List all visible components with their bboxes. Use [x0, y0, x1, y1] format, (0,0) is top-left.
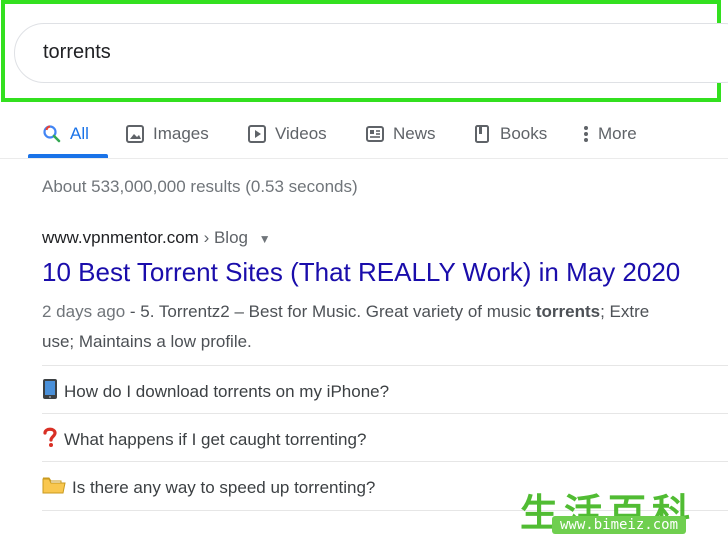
- tab-books[interactable]: Books: [472, 110, 547, 158]
- result-breadcrumb[interactable]: www.vpnmentor.com › Blog ▼: [42, 228, 271, 248]
- tab-videos[interactable]: Videos: [247, 110, 327, 158]
- tab-all-label: All: [70, 124, 89, 143]
- tab-news[interactable]: News: [365, 110, 436, 158]
- related-question[interactable]: Is there any way to speed up torrenting?: [42, 475, 375, 500]
- watermark-url: www.bimeiz.com: [552, 516, 687, 534]
- tab-images[interactable]: Images: [125, 110, 209, 158]
- search-icon: [42, 124, 62, 144]
- watermark-logo: 生活百科 www.bimeiz.com: [520, 482, 720, 540]
- more-vert-icon: [582, 124, 590, 144]
- result-title-link[interactable]: 10 Best Torrent Sites (That REALLY Work)…: [42, 257, 680, 288]
- play-icon: [247, 124, 267, 144]
- image-icon: [125, 124, 145, 144]
- related-question[interactable]: What happens if I get caught torrenting?: [42, 426, 366, 453]
- snippet-bold: torrents: [535, 302, 601, 321]
- result-snippet: 2 days ago - 5. Torrentz2 – Best for Mus…: [42, 297, 728, 357]
- tab-images-label: Images: [153, 124, 209, 143]
- search-input[interactable]: torrents: [43, 41, 111, 64]
- divider: [42, 365, 728, 366]
- related-question[interactable]: How do I download torrents on my iPhone?: [42, 378, 389, 405]
- divider: [42, 461, 728, 462]
- search-tabs: All Images Videos News Books More: [0, 110, 728, 158]
- snippet-text-1: - 5. Torrentz2 – Best for Music. Great v…: [125, 302, 536, 321]
- tab-all[interactable]: All: [42, 110, 89, 158]
- tab-more-label: More: [598, 124, 637, 143]
- question-icon: [42, 426, 58, 453]
- phone-icon: [42, 378, 58, 405]
- result-site: www.vpnmentor.com: [42, 228, 199, 247]
- tab-books-label: Books: [500, 124, 548, 143]
- folder-icon: [42, 475, 66, 500]
- related-question-text: How do I download torrents on my iPhone?: [64, 381, 390, 401]
- snippet-text-2: ; Extre: [600, 302, 650, 321]
- result-crumb: › Blog: [203, 228, 248, 247]
- news-icon: [365, 124, 385, 144]
- caret-down-icon[interactable]: ▼: [259, 232, 271, 246]
- snippet-line-2: use; Maintains a low profile.: [42, 332, 252, 351]
- tab-videos-label: Videos: [275, 124, 327, 143]
- tabs-divider: [0, 158, 728, 159]
- search-box[interactable]: [14, 23, 728, 83]
- tab-news-label: News: [393, 124, 436, 143]
- result-stats: About 533,000,000 results (0.53 seconds): [42, 177, 358, 196]
- tab-more[interactable]: More: [582, 110, 637, 158]
- related-question-text: What happens if I get caught torrenting?: [64, 429, 367, 449]
- book-icon: [472, 124, 492, 144]
- divider: [42, 413, 728, 414]
- related-question-text: Is there any way to speed up torrenting?: [72, 477, 376, 497]
- result-date: 2 days ago: [42, 302, 126, 321]
